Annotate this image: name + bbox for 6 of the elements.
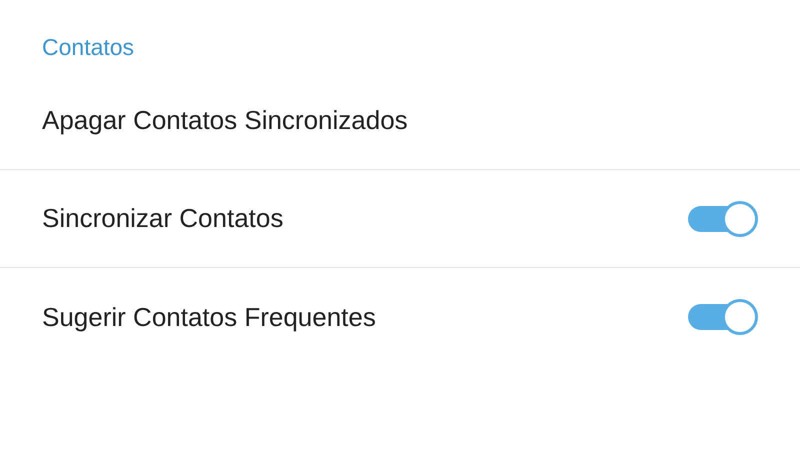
toggle-switch[interactable] [688, 200, 758, 238]
section-title: Contatos [42, 33, 136, 62]
toggle-switch[interactable] [688, 298, 758, 336]
setting-label[interactable]: Sugerir Contatos Frequentes [42, 298, 688, 336]
setting-label[interactable]: Apagar Contatos Sincronizados [42, 101, 758, 140]
setting-label[interactable]: Sincronizar Contatos [42, 199, 688, 238]
